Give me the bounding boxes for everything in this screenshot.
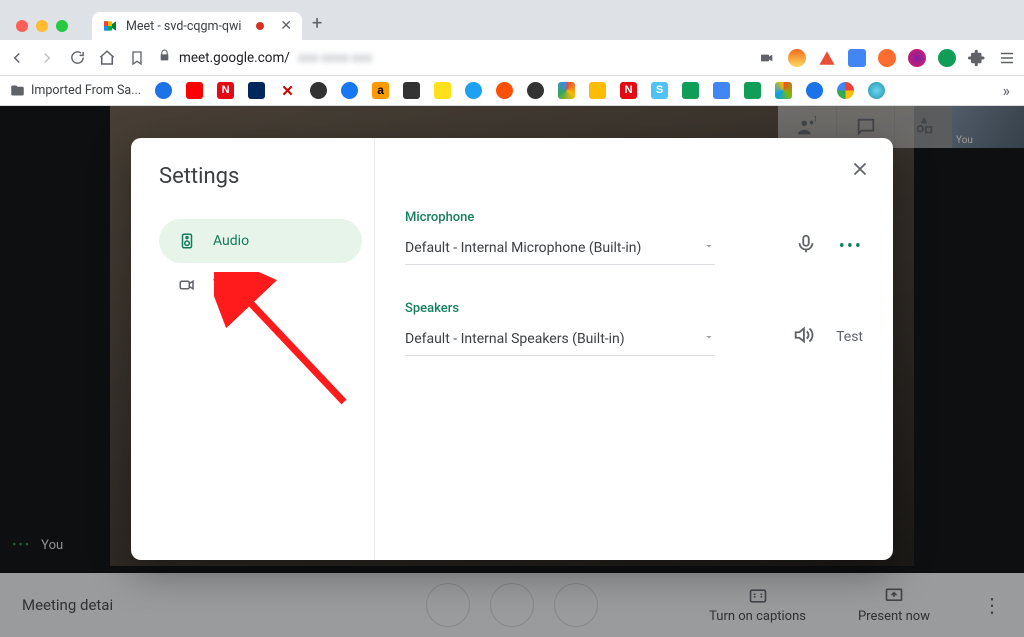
bookmark-icon[interactable]: N <box>620 82 637 99</box>
browser-chrome: Meet - svd-cqgm-qwi ✕ + meet.google.com/… <box>0 0 1024 106</box>
close-window-button[interactable] <box>16 20 28 32</box>
microphone-dropdown[interactable]: Default - Internal Microphone (Built-in) <box>405 240 715 265</box>
bookmark-icon[interactable]: N <box>217 82 234 99</box>
chevron-down-icon <box>703 331 715 347</box>
forward-button[interactable] <box>38 49 56 67</box>
bookmark-icon[interactable] <box>589 82 606 99</box>
bookmark-icon[interactable] <box>465 82 482 99</box>
close-dialog-button[interactable] <box>849 158 871 184</box>
url-path-blurred: xxx-xxxx-xxx <box>298 50 372 66</box>
video-icon <box>177 275 197 295</box>
bookmark-icon[interactable] <box>806 82 823 99</box>
speakers-section: Speakers Default - Internal Speakers (Bu… <box>405 301 863 356</box>
bookmark-icon[interactable] <box>403 82 420 99</box>
microphone-label: Microphone <box>405 210 863 225</box>
bookmark-icon[interactable] <box>155 82 172 99</box>
home-button[interactable] <box>98 49 116 67</box>
settings-nav-audio[interactable]: Audio <box>159 219 362 263</box>
bookmarks-bar: Imported From Sa... N ✕ a N S » <box>0 76 1024 106</box>
close-tab-button[interactable]: ✕ <box>280 18 292 34</box>
bookmark-icon[interactable] <box>682 82 699 99</box>
recording-indicator-icon <box>256 22 264 30</box>
back-button[interactable] <box>8 49 26 67</box>
microphone-value: Default - Internal Microphone (Built-in) <box>405 240 641 256</box>
bookmark-icon[interactable]: ✕ <box>279 82 296 99</box>
bookmark-button[interactable] <box>128 49 146 67</box>
settings-title: Settings <box>159 164 362 189</box>
bookmark-icon[interactable] <box>558 82 575 99</box>
camera-indicator-icon[interactable] <box>758 49 776 67</box>
new-tab-button[interactable]: + <box>302 13 332 34</box>
meet-favicon-icon <box>102 18 118 34</box>
volume-icon <box>792 324 814 350</box>
settings-nav-video[interactable]: Video <box>159 263 362 307</box>
bookmark-icon[interactable] <box>496 82 513 99</box>
bookmark-folder-label: Imported From Sa... <box>31 83 141 98</box>
mic-more-button[interactable]: ••• <box>839 236 863 257</box>
browser-toolbar: meet.google.com/ xxx-xxxx-xxx <box>0 40 1024 76</box>
bookmark-folder[interactable]: Imported From Sa... <box>10 83 141 98</box>
extension-icon[interactable] <box>938 49 956 67</box>
bookmark-icon[interactable] <box>186 82 203 99</box>
nav-audio-label: Audio <box>213 233 249 249</box>
bookmark-icon[interactable]: a <box>372 82 389 99</box>
tab-bar: Meet - svd-cqgm-qwi ✕ + <box>0 0 1024 40</box>
bookmark-icon[interactable] <box>775 82 792 99</box>
speaker-icon <box>177 231 197 251</box>
test-speakers-button[interactable]: Test <box>836 329 863 345</box>
bookmark-icon[interactable] <box>434 82 451 99</box>
nav-video-label: Video <box>213 277 249 293</box>
speakers-value: Default - Internal Speakers (Built-in) <box>405 331 625 347</box>
extension-icons <box>758 49 1016 67</box>
extension-icon[interactable] <box>848 49 866 67</box>
settings-dialog: Settings Audio Video Microphone Default … <box>131 138 893 560</box>
extension-icon[interactable] <box>878 49 896 67</box>
browser-menu-button[interactable] <box>998 49 1016 67</box>
mic-level-icon <box>795 233 817 259</box>
bookmark-icon[interactable] <box>341 82 358 99</box>
maximize-window-button[interactable] <box>56 20 68 32</box>
microphone-section: Microphone Default - Internal Microphone… <box>405 210 863 265</box>
bookmark-icon[interactable] <box>248 82 265 99</box>
minimize-window-button[interactable] <box>36 20 48 32</box>
window-controls <box>8 20 76 32</box>
lock-icon <box>158 49 171 66</box>
speakers-dropdown[interactable]: Default - Internal Speakers (Built-in) <box>405 331 715 356</box>
extension-icon[interactable] <box>908 49 926 67</box>
bookmark-icon[interactable] <box>310 82 327 99</box>
bookmark-icon[interactable] <box>527 82 544 99</box>
speakers-label: Speakers <box>405 301 863 316</box>
bookmark-icon[interactable] <box>713 82 730 99</box>
bookmark-icon[interactable] <box>744 82 761 99</box>
reload-button[interactable] <box>68 49 86 67</box>
url-host: meet.google.com/ <box>179 50 290 66</box>
bookmark-icon[interactable]: S <box>651 82 668 99</box>
settings-sidebar: Settings Audio Video <box>131 138 375 560</box>
address-bar[interactable]: meet.google.com/ xxx-xxxx-xxx <box>158 49 746 66</box>
extension-icon[interactable] <box>818 49 836 67</box>
chevron-down-icon <box>703 240 715 256</box>
bookmarks-overflow-button[interactable]: » <box>1003 81 1015 100</box>
bookmark-icon[interactable] <box>837 82 854 99</box>
settings-body: Microphone Default - Internal Microphone… <box>375 138 893 560</box>
browser-tab[interactable]: Meet - svd-cqgm-qwi ✕ <box>92 12 302 40</box>
extensions-button[interactable] <box>968 49 986 67</box>
bookmark-icon[interactable] <box>868 82 885 99</box>
extension-icon[interactable] <box>788 49 806 67</box>
tab-title: Meet - svd-cqgm-qwi <box>126 19 241 34</box>
